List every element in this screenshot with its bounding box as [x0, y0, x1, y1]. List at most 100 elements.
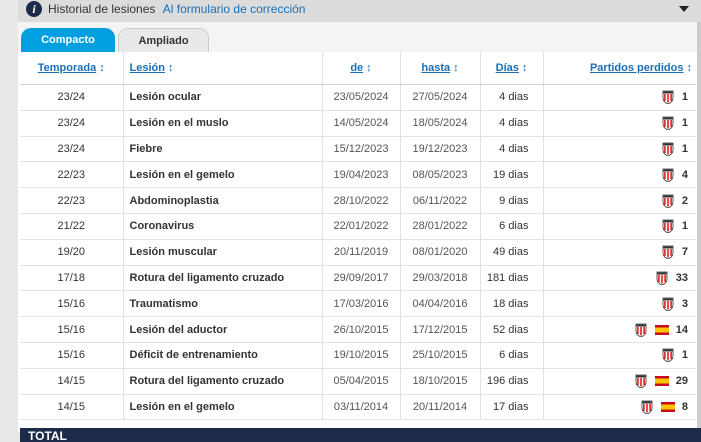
table-row: 23/24 Lesión en el muslo 14/05/2024 18/05/2… [20, 110, 696, 137]
games-missed-count: 2 [681, 194, 688, 207]
cell-until: 08/01/2020 [400, 239, 481, 266]
total-bar: TOTAL [20, 428, 701, 442]
cell-until: 20/11/2014 [400, 394, 481, 421]
table-row: 15/16 Traumatismo 17/03/2016 04/04/2016 18 d… [20, 290, 696, 318]
games-missed-count: 4 [681, 168, 688, 181]
sort-icon: ↕ [521, 62, 528, 74]
cell-from: 05/04/2015 [322, 368, 401, 395]
collapse-caret-icon[interactable] [679, 6, 689, 12]
games-missed-count: 29 [675, 375, 688, 388]
cell-injury: Rotura del ligamento cruzado [123, 265, 323, 292]
cell-season: 22/23 [20, 187, 124, 214]
cell-from: 03/11/2014 [322, 394, 401, 421]
table-row: 23/24 Fiebre 15/12/2023 19/12/2023 4 dias 1 [20, 136, 696, 163]
club-crest-icon [662, 168, 674, 182]
cell-from: 28/10/2022 [322, 187, 401, 214]
games-missed-count: 1 [681, 349, 688, 362]
cell-season: 21/22 [20, 213, 124, 240]
sort-icon: ↕ [167, 62, 174, 74]
column-header-days[interactable]: Días ↕ [480, 52, 544, 85]
column-header-injury[interactable]: Lesión ↕ [123, 52, 323, 85]
cell-from: 22/01/2022 [322, 213, 401, 240]
cell-from: 17/03/2016 [322, 290, 401, 318]
table-row: 22/23 Lesión en el gemelo 19/04/2023 08/05/… [20, 161, 696, 189]
table-row: 23/24 Lesión ocular 23/05/2024 27/05/2024 4 … [20, 84, 696, 111]
cell-games-missed: 2 [543, 187, 696, 214]
cell-injury: Lesión en el gemelo [123, 394, 323, 421]
table-row: 15/16 Lesión del aductor 26/10/2015 17/12/2… [20, 316, 696, 343]
table-row: 14/15 Lesión en el gemelo 03/11/2014 20/11/… [20, 394, 696, 421]
cell-days: 6 dias [480, 213, 544, 240]
cell-games-missed: 4 [543, 161, 696, 189]
injury-table: Temporada ↕ Lesión ↕ de ↕ hasta ↕ Días ↕ Part… [20, 52, 696, 421]
games-missed-count: 14 [675, 323, 688, 336]
tab-extended[interactable]: Ampliado [118, 28, 209, 53]
cell-days: 196 dias [480, 368, 544, 395]
club-crest-icon [662, 245, 674, 260]
games-missed-count: 1 [681, 220, 688, 233]
cell-injury: Lesión en el gemelo [123, 161, 323, 189]
cell-days: 4 dias [480, 84, 544, 111]
correction-form-link[interactable]: Al formulario de corrección [163, 2, 306, 16]
club-crest-icon [662, 297, 674, 311]
table-row: 19/20 Lesión muscular 20/11/2019 08/01/2020… [20, 239, 696, 266]
tab-compact[interactable]: Compacto [21, 28, 115, 52]
table-row: 17/18 Rotura del ligamento cruzado 29/09/2… [20, 265, 696, 292]
column-header-until[interactable]: hasta ↕ [400, 52, 481, 85]
cell-games-missed: 1 [543, 110, 696, 137]
club-crest-icon [662, 219, 674, 234]
cell-from: 29/09/2017 [322, 265, 401, 292]
cell-injury: Déficit de entrenamiento [123, 342, 323, 369]
header-title: Historial de lesiones [48, 2, 156, 16]
cell-from: 19/04/2023 [322, 161, 401, 189]
games-missed-count: 3 [681, 297, 688, 310]
column-header-games-missed[interactable]: Partidos perdidos ↕ [543, 52, 696, 85]
cell-games-missed: 8 [543, 394, 696, 421]
cell-games-missed: 29 [543, 368, 696, 395]
cell-season: 23/24 [20, 84, 124, 111]
cell-until: 19/12/2023 [400, 136, 481, 163]
injury-table-panel: Compacto Ampliado Temporada ↕ Lesión ↕ de ↕… [18, 22, 698, 432]
games-missed-count: 7 [681, 246, 688, 259]
games-missed-count: 33 [675, 271, 688, 284]
cell-games-missed: 14 [543, 316, 696, 343]
cell-games-missed: 33 [543, 265, 696, 292]
cell-games-missed: 7 [543, 239, 696, 266]
column-header-season[interactable]: Temporada ↕ [20, 52, 124, 85]
cell-days: 181 dias [480, 265, 544, 292]
games-missed-count: 1 [681, 142, 688, 155]
cell-until: 06/11/2022 [400, 187, 481, 214]
column-header-from[interactable]: de ↕ [322, 52, 401, 85]
cell-injury: Abdominoplastia [123, 187, 323, 214]
view-tabs: Compacto Ampliado [18, 22, 698, 53]
cell-injury: Lesión del aductor [123, 316, 323, 343]
cell-until: 28/01/2022 [400, 213, 481, 240]
games-missed-count: 8 [681, 400, 688, 413]
sort-icon: ↕ [453, 62, 459, 74]
cell-games-missed: 1 [543, 136, 696, 163]
club-crest-icon [662, 116, 674, 131]
cell-days: 52 dias [480, 316, 544, 343]
cell-season: 23/24 [20, 136, 124, 163]
cell-injury: Lesión muscular [123, 239, 323, 266]
games-missed-count: 1 [681, 91, 688, 104]
sort-icon: ↕ [99, 62, 105, 74]
info-icon: i [26, 1, 42, 17]
spain-flag-icon [660, 401, 675, 412]
cell-injury: Lesión en el muslo [123, 110, 323, 137]
cell-from: 15/12/2023 [322, 136, 401, 163]
cell-season: 15/16 [20, 316, 124, 343]
scrollbar[interactable] [697, 22, 701, 428]
cell-injury: Traumatismo [123, 290, 323, 318]
injury-history-header: i Historial de lesiones Al formulario de… [18, 0, 701, 22]
cell-until: 27/05/2024 [400, 84, 481, 111]
club-crest-icon [662, 142, 674, 156]
cell-injury: Lesión ocular [123, 84, 323, 111]
cell-injury: Rotura del ligamento cruzado [123, 368, 323, 395]
cell-until: 18/05/2024 [400, 110, 481, 137]
club-crest-icon [635, 374, 647, 389]
table-row: 21/22 Coronavirus 22/01/2022 28/01/2022 6 di… [20, 213, 696, 240]
cell-games-missed: 3 [543, 290, 696, 318]
cell-until: 18/10/2015 [400, 368, 481, 395]
table-row: 22/23 Abdominoplastia 28/10/2022 06/11/2022… [20, 187, 696, 214]
